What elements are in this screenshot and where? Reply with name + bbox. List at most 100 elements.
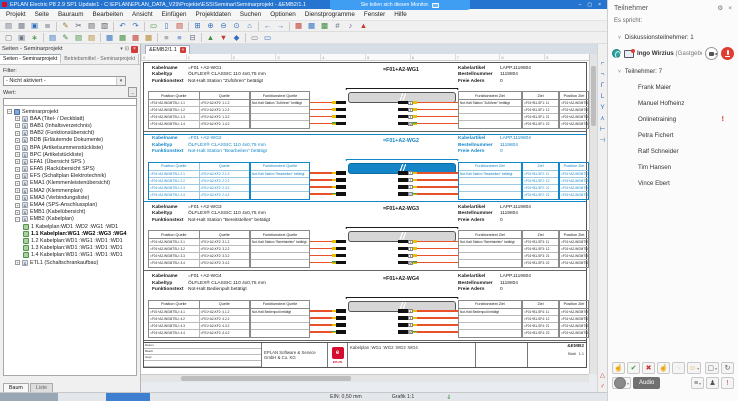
share-screen-icon[interactable]: ▢▾: [705, 362, 719, 374]
tree-expander-icon[interactable]: +: [15, 116, 20, 121]
attendee-row[interactable]: Ralf Schneider: [638, 143, 738, 159]
tree-expander-icon[interactable]: −: [7, 109, 12, 114]
tree-expander-icon[interactable]: +: [15, 123, 20, 128]
tree-item[interactable]: 1 Kabelplan:WD1 :WD2 :WG1 :WD1: [4, 223, 136, 230]
attendee-row[interactable]: Manuel Hofheinz: [638, 95, 738, 111]
panel-close-icon[interactable]: ×: [131, 46, 138, 53]
page3-icon[interactable]: ▤: [173, 21, 186, 31]
cable-section[interactable]: Kabelname=F01 +A2-WG2KabeltypÖLFLEX® CLA…: [144, 134, 586, 202]
tab-betriebsmittel[interactable]: Betriebsmittel - Seminarprojekt: [61, 54, 139, 64]
triangle-icon[interactable]: △: [598, 370, 607, 381]
corner-tr-icon[interactable]: ¬: [598, 69, 607, 80]
tree-item[interactable]: +&EFA5 (Rackübersicht SPS): [4, 166, 136, 173]
tab-close-icon[interactable]: ×: [180, 47, 186, 53]
no-icon[interactable]: ✖: [642, 362, 655, 374]
tree-item[interactable]: 1.1 Kabelplan:WG1 :WG2 :WG3 :WG4: [4, 230, 136, 237]
tree-item[interactable]: +&BPA (Artikelsummenstückliste): [4, 144, 136, 151]
frame-blue-icon[interactable]: ▭: [261, 33, 274, 43]
raise-hand-icon[interactable]: ☝: [612, 362, 625, 374]
sheet-icon[interactable]: ▤: [46, 33, 59, 43]
diamond-icon[interactable]: ◆: [230, 33, 243, 43]
menu-einfügen[interactable]: Einfügen: [162, 11, 187, 18]
menu-optionen[interactable]: Optionen: [270, 11, 296, 18]
sheet-yellow-icon[interactable]: ▤: [85, 33, 98, 43]
view-list-icon[interactable]: ≡▾: [691, 377, 704, 389]
list-icon[interactable]: ≡: [160, 33, 173, 43]
zoom-out-icon[interactable]: ⊖: [217, 21, 230, 31]
back-icon[interactable]: ←: [261, 21, 274, 31]
tree-expander-icon[interactable]: +: [15, 145, 20, 150]
pages-panel-header[interactable]: Seiten - Seminarprojekt ▾ ⊡ ×: [0, 44, 140, 54]
yes-icon[interactable]: ✔: [627, 362, 640, 374]
attendee-row[interactable]: Onlinetraining!: [638, 111, 738, 127]
tree-expander-icon[interactable]: +: [15, 210, 20, 215]
group-discussion[interactable]: ˅ Diskussionsteilnehmer: 1: [608, 30, 738, 45]
screen-share-banner[interactable]: Sie teilen sich diesen Monitor.: [330, 0, 470, 10]
tree-expander-icon[interactable]: +: [15, 195, 20, 200]
copy-icon[interactable]: ▤: [85, 21, 98, 31]
frame-icon[interactable]: ▭: [248, 33, 261, 43]
tree-item[interactable]: −&EMB2 (Kabelplan): [4, 216, 136, 223]
menu-projektdaten[interactable]: Projektdaten: [196, 11, 231, 18]
cut-icon[interactable]: ✂: [72, 21, 85, 31]
t-node2-icon[interactable]: ⋏: [598, 113, 607, 124]
filter-more-button[interactable]: ...: [128, 87, 137, 97]
corner-br-icon[interactable]: L: [598, 91, 607, 102]
junction-left-icon[interactable]: ⊢: [598, 124, 607, 135]
tree-item[interactable]: +&EFS (Schaltplan Elektrotechnik): [4, 173, 136, 180]
horizontal-scrollbar[interactable]: [141, 374, 589, 382]
tree-expander-icon[interactable]: +: [15, 174, 20, 179]
filter-select[interactable]: - Nicht aktiviert - ▾: [3, 76, 126, 86]
page2-icon[interactable]: ▯: [160, 21, 173, 31]
menu-bearbeiten[interactable]: Bearbeiten: [93, 11, 123, 18]
gear-icon[interactable]: ⚙: [717, 4, 723, 12]
grid-blue-icon[interactable]: ▦: [305, 21, 318, 31]
tree-item[interactable]: +&EMB1 (Kabelübersicht): [4, 209, 136, 216]
attendee-row[interactable]: Vince Ebert: [638, 175, 738, 191]
tree-item[interactable]: 1.4 Kabelplan:WD1 :WG1 :WD1 :WD1: [4, 252, 136, 259]
raster-icon[interactable]: #: [331, 21, 344, 31]
tree-item[interactable]: −Seminarprojekt: [4, 108, 136, 115]
tree-item[interactable]: +&BAB1 (Inhaltsverzeichnis): [4, 122, 136, 129]
collapse-icon[interactable]: ⊟: [186, 33, 199, 43]
pin-icon[interactable]: ⊡: [125, 46, 129, 52]
maximize-button[interactable]: ▢: [587, 2, 592, 8]
close-button[interactable]: ×: [598, 2, 601, 8]
tree-item[interactable]: 1.3 Kabelplan:WD1 :WG1 :WD1 :WD1: [4, 245, 136, 252]
symbol-icon[interactable]: ♪: [344, 21, 357, 31]
tree-expander-icon[interactable]: +: [15, 203, 20, 208]
menu-dienstprogramme[interactable]: Dienstprogramme: [305, 11, 355, 18]
tree-item[interactable]: +&BDB (Erläuternde Dokumente): [4, 137, 136, 144]
t-node-icon[interactable]: Y: [598, 102, 607, 113]
page-icon[interactable]: ▭: [147, 21, 160, 31]
menu-ansicht[interactable]: Ansicht: [132, 11, 153, 18]
tab-seiten[interactable]: Seiten - Seminarprojekt: [0, 54, 61, 64]
tree-item[interactable]: +&BPC (Artikelstückliste): [4, 151, 136, 158]
tree-item[interactable]: +&EMA4 (SPS-Anschlussplan): [4, 201, 136, 208]
alert-icon[interactable]: !: [721, 377, 734, 389]
cable-section[interactable]: Kabelname=F01 +A2-WG3KabeltypÖLFLEX® CLA…: [144, 203, 586, 271]
redo-icon[interactable]: ↷: [129, 21, 142, 31]
menu-bauraum[interactable]: Bauraum: [58, 11, 84, 18]
webcam-button[interactable]: [705, 47, 718, 60]
sheet-green-icon[interactable]: ▤: [72, 33, 85, 43]
cascade-icon[interactable]: ▣: [15, 33, 28, 43]
tab-liste[interactable]: Liste: [30, 383, 53, 392]
vertical-scroll-thumb[interactable]: [591, 66, 596, 126]
audio-device-button[interactable]: ▾: [612, 377, 631, 389]
down-icon[interactable]: ▼: [217, 33, 230, 43]
new-page-icon[interactable]: ▤: [2, 21, 15, 31]
presenter-icon[interactable]: ♟: [706, 377, 719, 389]
list-blue-icon[interactable]: ≡: [173, 33, 186, 43]
attendee-row[interactable]: Frank Maier: [638, 79, 738, 95]
tree-item[interactable]: +&ETL1 (Schaltschrankaufbau): [4, 259, 136, 266]
slow-down-icon[interactable]: ☟: [672, 362, 685, 374]
forward-icon[interactable]: →: [274, 21, 287, 31]
grid-green-icon[interactable]: ▩: [318, 21, 331, 31]
zoom-window-icon[interactable]: ⊞: [191, 21, 204, 31]
cable-section[interactable]: Kabelname=F01 +A2-WG4KabeltypÖLFLEX® CLA…: [144, 273, 586, 341]
tree-expander-icon[interactable]: +: [15, 138, 20, 143]
tool-icon[interactable]: ✎: [59, 21, 72, 31]
audio-mode-button[interactable]: Audio: [633, 377, 660, 389]
tree-item[interactable]: +&BAA (Titel- / Deckblatt): [4, 115, 136, 122]
